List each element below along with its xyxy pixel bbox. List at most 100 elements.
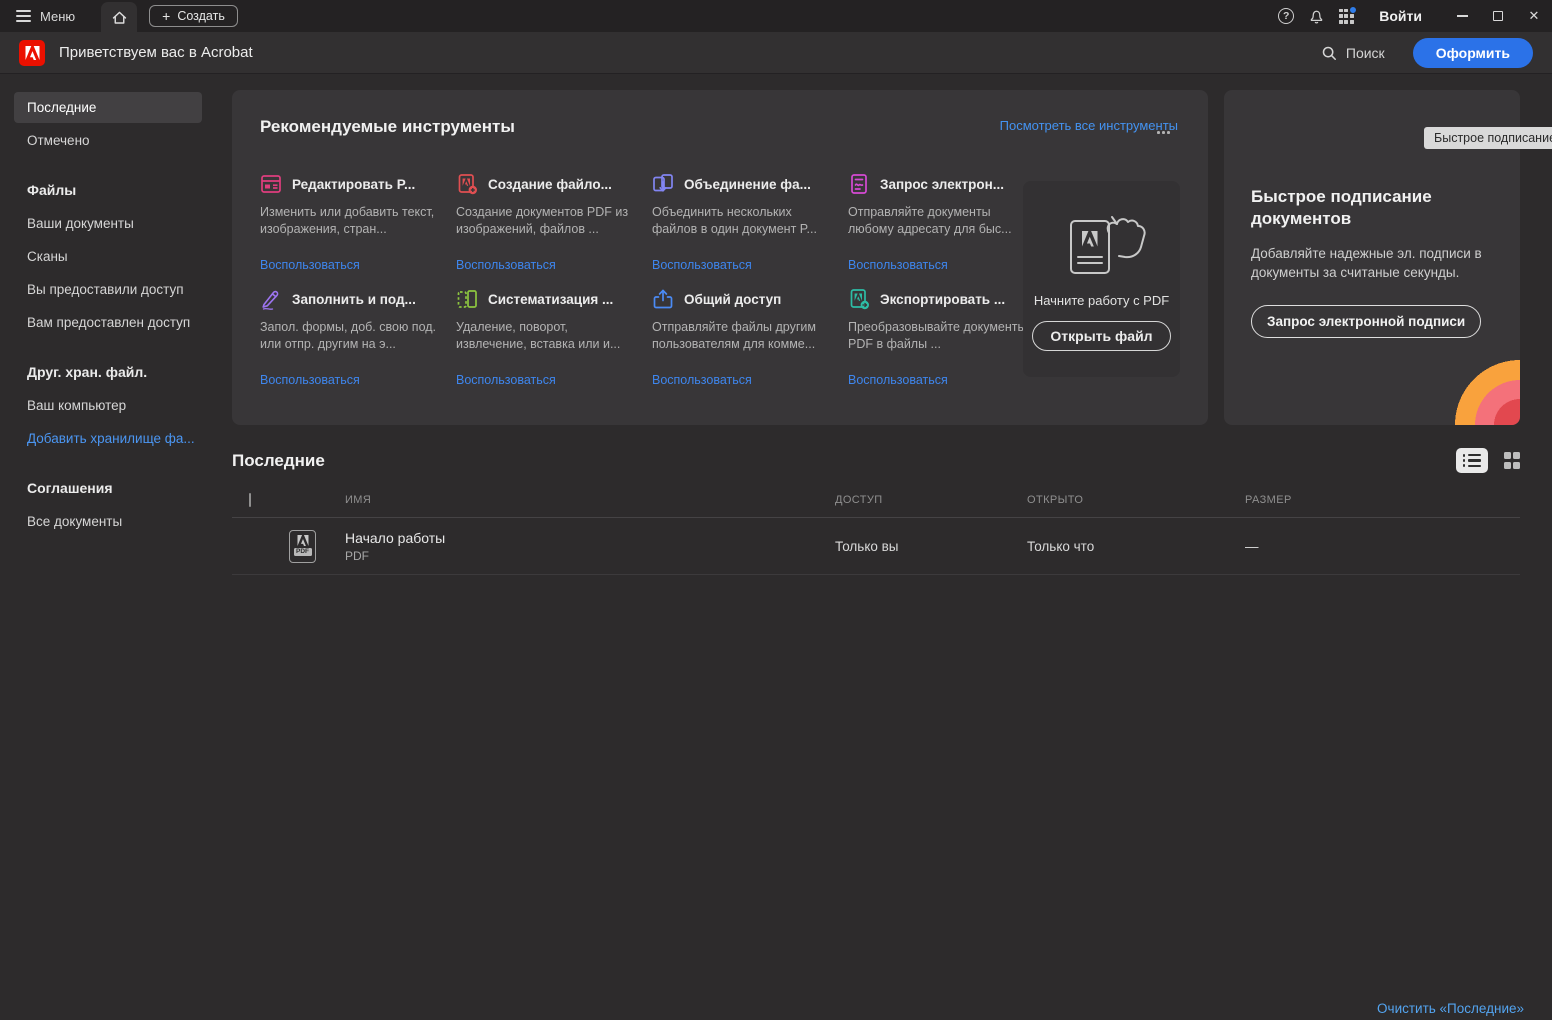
pdf-document-hand-icon <box>1049 207 1155 283</box>
request-esignature-button[interactable]: Запрос электронной подписи <box>1251 305 1481 338</box>
tool-description: Изменить или добавить текст, изображения… <box>260 204 440 238</box>
recent-title: Последние <box>232 451 325 471</box>
create-button[interactable]: + Создать <box>149 5 238 27</box>
start-tile-caption: Начните работу с PDF <box>1034 293 1169 308</box>
share-icon <box>652 288 674 310</box>
decorative-arcs <box>1454 359 1520 425</box>
use-tool-link[interactable]: Воспользоваться <box>260 373 360 387</box>
combine-files-icon <box>652 173 674 195</box>
tool-organize-pages[interactable]: Систематизация ... Удаление, поворот, из… <box>456 288 636 387</box>
search-button[interactable]: Поиск <box>1321 45 1385 61</box>
request-signatures-icon <box>848 173 870 195</box>
edit-pdf-icon <box>260 173 282 195</box>
minimize-button[interactable] <box>1444 0 1480 32</box>
tool-export-pdf[interactable]: Экспортировать ... Преобразовывайте доку… <box>848 288 1028 387</box>
recent-file-row[interactable]: PDF Начало работы PDF Только вы Только ч… <box>232 518 1520 575</box>
apps-button[interactable] <box>1331 0 1361 32</box>
tool-description: Преобразовывайте документы PDF в файлы .… <box>848 319 1028 353</box>
create-label: Создать <box>177 9 225 23</box>
signing-panel-description: Добавляйте надежные эл. подписи в докуме… <box>1251 245 1493 283</box>
tool-name: Экспортировать ... <box>880 292 1005 307</box>
view-all-tools-link[interactable]: Посмотреть все инструменты <box>1000 118 1178 133</box>
sidebar-item-add-storage[interactable]: Добавить хранилище фа... <box>14 423 202 454</box>
help-button[interactable]: ? <box>1271 0 1301 32</box>
use-tool-link[interactable]: Воспользоваться <box>456 258 556 272</box>
sidebar-item-recent[interactable]: Последние <box>14 92 202 123</box>
use-tool-link[interactable]: Воспользоваться <box>456 373 556 387</box>
close-button[interactable]: ✕ <box>1516 0 1552 32</box>
tool-description: Отправляйте документы любому адресату дл… <box>848 204 1028 238</box>
bell-icon <box>1308 8 1325 25</box>
use-tool-link[interactable]: Воспользоваться <box>848 258 948 272</box>
menu-label: Меню <box>40 9 75 24</box>
tool-name: Создание файло... <box>488 177 612 192</box>
hamburger-icon <box>16 10 31 21</box>
tool-description: Объединить нескольких файлов в один доку… <box>652 204 832 238</box>
tool-edit-pdf[interactable]: Редактировать P... Изменить или добавить… <box>260 173 440 272</box>
use-tool-link[interactable]: Воспользоваться <box>260 258 360 272</box>
sidebar-item-shared-with-you[interactable]: Вам предоставлен доступ <box>14 307 202 338</box>
sidebar-item-your-computer[interactable]: Ваш компьютер <box>14 390 202 421</box>
titlebar: Меню + Создать ? Войти ✕ <box>0 0 1552 32</box>
tool-create-pdf[interactable]: Создание файло... Создание документов PD… <box>456 173 636 272</box>
app-header: Приветствуем вас в Acrobat Поиск Оформит… <box>0 32 1552 74</box>
sidebar-item-starred[interactable]: Отмечено <box>14 125 202 156</box>
sign-in-button[interactable]: Войти <box>1379 8 1422 24</box>
tool-description: Удаление, поворот, извлечение, вставка и… <box>456 319 636 353</box>
use-tool-link[interactable]: Воспользоваться <box>848 373 948 387</box>
grid-view-button[interactable] <box>1504 452 1521 469</box>
open-file-button[interactable]: Открыть файл <box>1032 321 1170 351</box>
list-view-button[interactable] <box>1456 448 1488 473</box>
column-header-opened: ОТКРЫТО <box>1027 494 1245 506</box>
menu-button[interactable]: Меню <box>0 0 91 32</box>
tool-description: Запол. формы, доб. свою под. или отпр. д… <box>260 319 440 353</box>
pdf-file-icon: PDF <box>289 530 316 563</box>
file-type: PDF <box>345 549 835 563</box>
upgrade-button[interactable]: Оформить <box>1413 38 1533 68</box>
tool-fill-sign[interactable]: Заполнить и под... Запол. формы, доб. св… <box>260 288 440 387</box>
sidebar-section-other-storage: Друг. хран. файл. <box>14 364 202 380</box>
recent-section: Последние ИМЯ ДОСТУП ОТКРЫТО РАЗМЕР PDF … <box>232 448 1520 575</box>
sidebar-section-files: Файлы <box>14 182 202 198</box>
acrobat-home-window: { "titlebar": { "menu_label": "Меню", "c… <box>0 0 1552 1020</box>
use-tool-link[interactable]: Воспользоваться <box>652 373 752 387</box>
notifications-button[interactable] <box>1301 0 1331 32</box>
clear-recent-link[interactable]: Очистить «Последние» <box>1377 1001 1524 1016</box>
view-toggles <box>1456 448 1521 473</box>
tool-share[interactable]: Общий доступ Отправляйте файлы другим по… <box>652 288 832 387</box>
file-opened: Только что <box>1027 539 1245 554</box>
tool-request-signatures[interactable]: Запрос электрон... Отправляйте документы… <box>848 173 1028 272</box>
sidebar-item-shared-by-you[interactable]: Вы предоставили доступ <box>14 274 202 305</box>
select-all-checkbox[interactable] <box>249 493 251 507</box>
create-pdf-icon <box>456 173 478 195</box>
recent-table-header: ИМЯ ДОСТУП ОТКРЫТО РАЗМЕР <box>232 483 1520 518</box>
sidebar-item-your-documents[interactable]: Ваши документы <box>14 208 202 239</box>
tool-name: Систематизация ... <box>488 292 613 307</box>
organize-pages-icon <box>456 288 478 310</box>
maximize-icon <box>1493 11 1503 21</box>
sidebar: Последние Отмечено Файлы Ваши документы … <box>0 74 216 1020</box>
plus-icon: + <box>162 9 170 23</box>
header-right: Поиск Оформить <box>1321 38 1533 68</box>
file-name: Начало работы <box>345 530 835 546</box>
signing-tooltip: Быстрое подписание д <box>1424 127 1552 149</box>
recommended-tools-card: Рекомендуемые инструменты Посмотреть все… <box>232 90 1208 425</box>
tool-description: Создание документов PDF из изображений, … <box>456 204 636 238</box>
maximize-button[interactable] <box>1480 0 1516 32</box>
search-label: Поиск <box>1346 45 1385 61</box>
notification-dot <box>1349 6 1357 14</box>
titlebar-right: ? Войти ✕ <box>1271 0 1552 32</box>
use-tool-link[interactable]: Воспользоваться <box>652 258 752 272</box>
page-title: Приветствуем вас в Acrobat <box>59 44 253 61</box>
start-with-pdf-tile: Начните работу с PDF Открыть файл <box>1023 181 1180 377</box>
sidebar-item-scans[interactable]: Сканы <box>14 241 202 272</box>
acrobat-logo-icon <box>19 40 45 66</box>
more-options-icon[interactable] <box>1157 131 1170 134</box>
column-header-name: ИМЯ <box>345 494 835 506</box>
apps-grid-icon <box>1339 9 1354 24</box>
home-tab[interactable] <box>101 2 137 32</box>
tool-combine-files[interactable]: Объединение фа... Объединить нескольких … <box>652 173 832 272</box>
tool-name: Заполнить и под... <box>292 292 416 307</box>
tool-name: Редактировать P... <box>292 177 415 192</box>
sidebar-item-all-documents[interactable]: Все документы <box>14 506 202 537</box>
